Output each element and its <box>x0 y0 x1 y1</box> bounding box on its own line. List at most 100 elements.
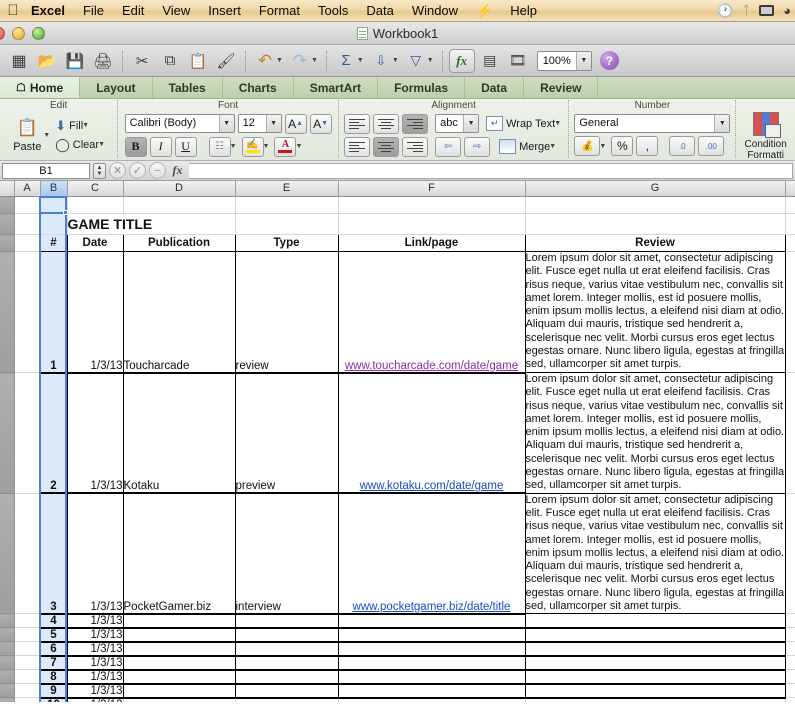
row-header[interactable] <box>0 372 15 494</box>
entry-num-3[interactable]: 3 <box>39 493 68 615</box>
column-header-c[interactable]: C <box>67 181 124 197</box>
entry-date-4[interactable]: 1/3/13 <box>67 613 124 629</box>
autosum-icon[interactable]: Σ <box>333 48 359 74</box>
paste-icon[interactable]: 📋 <box>17 118 38 138</box>
entry-date-9[interactable]: 1/3/13 <box>67 683 124 699</box>
table-header-link[interactable]: Link/page <box>337 234 526 252</box>
cell-f2[interactable] <box>338 213 526 235</box>
cell-e2[interactable] <box>235 213 339 235</box>
entry-num-4[interactable]: 4 <box>39 613 68 629</box>
tab-home[interactable]: ☖ Home <box>0 77 81 98</box>
cell-b2[interactable] <box>40 213 68 235</box>
entry-type-3[interactable]: interview <box>235 493 339 615</box>
cell-a11[interactable] <box>14 669 41 685</box>
cell-c1[interactable] <box>67 196 124 214</box>
entry-type-10[interactable] <box>235 697 339 702</box>
media-browser-icon[interactable]: 🎞 <box>505 48 531 74</box>
row-header[interactable] <box>0 493 15 615</box>
entry-publication-6[interactable] <box>123 641 236 657</box>
fill-row[interactable]: ⬇ Fill ▼ <box>55 118 107 134</box>
tab-smartart[interactable]: SmartArt <box>294 77 379 98</box>
column-header-h[interactable] <box>785 181 795 197</box>
link-text[interactable]: www.kotaku.com/date/game <box>360 480 504 491</box>
table-header-publication[interactable]: Publication <box>122 234 236 252</box>
toolbox-icon[interactable]: ▤ <box>477 48 503 74</box>
cell-h9[interactable] <box>785 641 795 657</box>
entry-review-4[interactable] <box>525 613 786 629</box>
fill-color-chevron-down-icon[interactable]: ▼ <box>263 143 270 150</box>
cancel-icon[interactable]: ✕ <box>109 162 126 179</box>
tab-formulas[interactable]: Formulas <box>378 77 466 98</box>
spreadsheet-grid[interactable]: A B C D E F G GAME TITLE # Date Publicat… <box>0 181 795 702</box>
entry-date-8[interactable]: 1/3/13 <box>67 669 124 685</box>
align-top-button[interactable] <box>344 113 371 134</box>
entry-publication-8[interactable] <box>123 669 236 685</box>
row-header[interactable] <box>0 613 15 629</box>
table-header-type[interactable]: Type <box>234 234 339 252</box>
cell-e1[interactable] <box>235 196 339 214</box>
table-header-num[interactable]: # <box>39 234 68 252</box>
entry-type-2[interactable]: preview <box>235 372 339 495</box>
entry-publication-5[interactable] <box>123 627 236 643</box>
entry-publication-10[interactable] <box>123 697 236 702</box>
borders-chevron-down-icon[interactable]: ▼ <box>230 143 237 150</box>
column-header-g[interactable]: G <box>525 181 786 197</box>
orientation-chevron-down-icon[interactable]: ▼ <box>463 115 479 132</box>
number-format-chevron-down-icon[interactable]: ▼ <box>714 115 730 132</box>
decrease-indent-button[interactable]: ⇦ <box>435 136 462 157</box>
entry-link-1[interactable]: www.toucharcade.com/date/game <box>338 251 526 374</box>
menu-data[interactable]: Data <box>357 0 402 22</box>
cell-a12[interactable] <box>14 683 41 699</box>
currency-icon[interactable]: 💰 <box>574 136 601 156</box>
table-header-review[interactable]: Review <box>524 234 786 252</box>
open-folder-icon[interactable]: 📂 <box>34 48 60 74</box>
entry-type-7[interactable] <box>235 655 339 671</box>
entry-type-9[interactable] <box>235 683 339 699</box>
cell-h11[interactable] <box>785 669 795 685</box>
entry-link-8[interactable] <box>338 669 526 685</box>
entry-link-9[interactable] <box>338 683 526 699</box>
cell-a2[interactable] <box>14 213 41 235</box>
entry-link-4[interactable] <box>338 613 526 629</box>
name-box[interactable]: B1 <box>2 162 90 179</box>
italic-button[interactable]: I <box>149 136 172 157</box>
table-header-date[interactable]: Date <box>66 234 124 252</box>
bold-button[interactable]: B <box>124 136 147 157</box>
entry-num-1[interactable]: 1 <box>39 251 68 374</box>
row-header[interactable] <box>0 196 15 214</box>
entry-type-4[interactable] <box>235 613 339 629</box>
menu-insert[interactable]: Insert <box>199 0 250 22</box>
cell-h4[interactable] <box>785 251 795 373</box>
entry-type-8[interactable] <box>235 669 339 685</box>
borders-icon[interactable]: ☷ <box>208 136 231 157</box>
align-right-button[interactable] <box>402 136 429 157</box>
zoom-control[interactable]: 100% ▼ <box>536 50 592 71</box>
cell-g2[interactable] <box>525 213 786 235</box>
entry-num-9[interactable]: 9 <box>39 683 68 699</box>
menu-help[interactable]: Help <box>501 0 546 22</box>
column-header-e[interactable]: E <box>235 181 339 197</box>
copy-icon[interactable]: ⧉ <box>157 48 183 74</box>
cell-a10[interactable] <box>14 655 41 671</box>
entry-review-10[interactable] <box>525 697 786 702</box>
entry-date-1[interactable]: 1/3/13 <box>67 251 124 374</box>
row-header[interactable] <box>0 641 15 657</box>
decrease-decimal-button[interactable]: .0 <box>669 136 696 156</box>
cell-a9[interactable] <box>14 641 41 657</box>
cell-a4[interactable] <box>14 251 41 373</box>
column-header-f[interactable]: F <box>338 181 526 197</box>
entry-publication-2[interactable]: Kotaku <box>123 372 236 495</box>
cell-h5[interactable] <box>785 372 795 494</box>
entry-publication-7[interactable] <box>123 655 236 671</box>
fx-icon[interactable]: fx <box>169 162 186 179</box>
entry-date-7[interactable]: 1/3/13 <box>67 655 124 671</box>
entry-date-3[interactable]: 1/3/13 <box>67 493 124 615</box>
tab-review[interactable]: Review <box>524 77 599 98</box>
column-header-a[interactable]: A <box>14 181 41 197</box>
wrap-text-button[interactable]: ↵ Wrap Text ▼ <box>486 116 563 131</box>
conditional-formatting-icon[interactable] <box>752 112 781 138</box>
fill-color-icon[interactable]: ✍ <box>241 136 264 157</box>
bluetooth-icon[interactable]: ᛏ <box>742 0 750 22</box>
menu-edit[interactable]: Edit <box>113 0 153 22</box>
cell-a6[interactable] <box>14 493 41 615</box>
